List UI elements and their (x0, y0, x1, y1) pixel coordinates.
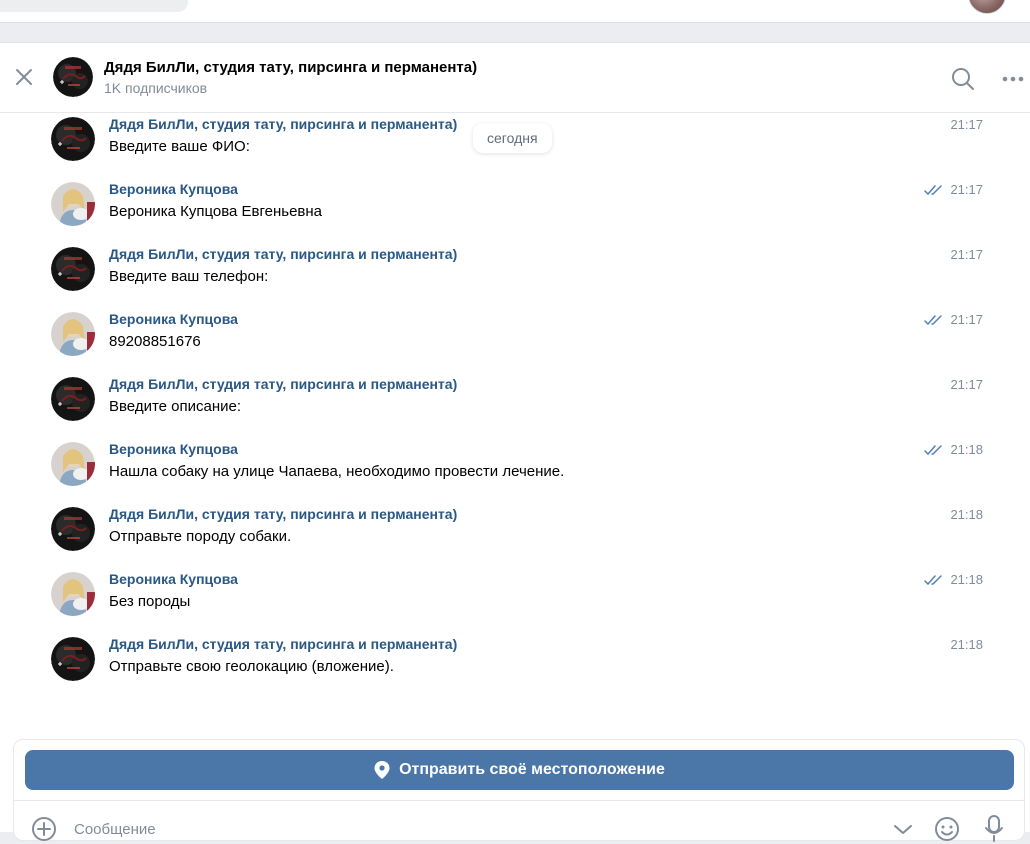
message-composer: Отправить своё местоположение (13, 739, 1025, 844)
message-time: 21:18 (950, 507, 983, 522)
message-time: 21:17 (950, 312, 983, 327)
top-navigation-bar (0, 0, 1030, 23)
more-icon[interactable] (1000, 69, 1026, 89)
message-text: Без породы (109, 593, 191, 610)
message-row: Вероника Купцова 89208851676 21:17 (0, 308, 1030, 368)
search-icon[interactable] (950, 66, 976, 92)
user-avatar[interactable] (51, 572, 95, 616)
message-author[interactable]: Дядя БилЛи, студия тату, пирсинга и перм… (109, 376, 457, 392)
community-avatar[interactable] (51, 637, 95, 681)
user-avatar[interactable] (51, 312, 95, 356)
message-text: Введите описание: (109, 398, 242, 415)
message-input[interactable] (74, 814, 854, 844)
message-text: Введите ваш телефон: (109, 268, 269, 285)
location-pin-icon (374, 761, 390, 779)
message-text: 89208851676 (109, 333, 201, 350)
community-avatar[interactable] (51, 377, 95, 421)
message-text: Отправьте породу собаки. (109, 528, 292, 545)
community-avatar[interactable] (51, 117, 95, 161)
message-author[interactable]: Дядя БилЛи, студия тату, пирсинга и перм… (109, 116, 457, 132)
message-time: 21:17 (950, 247, 983, 262)
message-text: Отправьте свою геолокацию (вложение). (109, 658, 394, 675)
message-text: Нашла собаку на улице Чапаева, необходим… (109, 463, 565, 480)
message-time: 21:17 (950, 117, 983, 132)
chat-subscribers-count: 1K подписчиков (104, 80, 208, 96)
message-author[interactable]: Дядя БилЛи, студия тату, пирсинга и перм… (109, 636, 457, 652)
message-time: 21:18 (950, 572, 983, 587)
message-row: Дядя БилЛи, студия тату, пирсинга и перм… (0, 243, 1030, 303)
user-avatar[interactable] (51, 442, 95, 486)
message-history: Дядя БилЛи, студия тату, пирсинга и перм… (0, 113, 1030, 733)
close-icon[interactable] (12, 65, 36, 89)
message-time: 21:17 (950, 377, 983, 392)
double-check-icon (924, 575, 942, 586)
message-author[interactable]: Дядя БилЛи, студия тату, пирсинга и перм… (109, 506, 457, 522)
message-author[interactable]: Вероника Купцова (109, 571, 238, 587)
community-avatar[interactable] (51, 507, 95, 551)
message-time: 21:18 (950, 442, 983, 457)
message-text: Введите ваше ФИО: (109, 138, 250, 155)
message-row: Дядя БилЛи, студия тату, пирсинга и перм… (0, 503, 1030, 563)
chat-panel: Дядя БилЛи, студия тату, пирсинга и перм… (0, 42, 1030, 844)
message-row: Вероника Купцова Без породы 21:18 (0, 568, 1030, 628)
date-divider: сегодня (473, 123, 552, 153)
user-avatar[interactable] (51, 182, 95, 226)
emoji-icon[interactable] (934, 816, 960, 842)
microphone-icon[interactable] (984, 814, 1004, 842)
message-text: Вероника Купцова Евгеньевна (109, 203, 323, 220)
partial-header-glyphs (232, 0, 312, 6)
double-check-icon (924, 185, 942, 196)
message-row: Дядя БилЛи, студия тату, пирсинга и перм… (0, 633, 1030, 693)
community-avatar[interactable] (51, 247, 95, 291)
chat-header: Дядя БилЛи, студия тату, пирсинга и перм… (0, 43, 1030, 113)
chevron-down-icon[interactable] (892, 820, 914, 838)
current-user-avatar[interactable] (968, 0, 1006, 14)
plus-circle-icon[interactable] (31, 816, 57, 842)
message-author[interactable]: Дядя БилЛи, студия тату, пирсинга и перм… (109, 246, 457, 262)
message-time: 21:18 (950, 637, 983, 652)
send-location-button[interactable]: Отправить своё местоположение (25, 750, 1014, 790)
community-avatar[interactable] (53, 57, 93, 97)
message-author[interactable]: Вероника Купцова (109, 311, 238, 327)
send-location-label: Отправить своё местоположение (399, 761, 665, 778)
message-author[interactable]: Вероника Купцова (109, 181, 238, 197)
message-author[interactable]: Вероника Купцова (109, 441, 238, 457)
message-row: Вероника Купцова Нашла собаку на улице Ч… (0, 438, 1030, 498)
double-check-icon (924, 445, 942, 456)
message-row: Вероника Купцова Вероника Купцова Евгень… (0, 178, 1030, 238)
chat-title[interactable]: Дядя БилЛи, студия тату, пирсинга и перм… (104, 59, 477, 76)
double-check-icon (924, 315, 942, 326)
message-row: Дядя БилЛи, студия тату, пирсинга и перм… (0, 373, 1030, 433)
composer-divider (14, 800, 1024, 801)
global-search-field[interactable] (0, 0, 188, 12)
message-time: 21:17 (950, 182, 983, 197)
